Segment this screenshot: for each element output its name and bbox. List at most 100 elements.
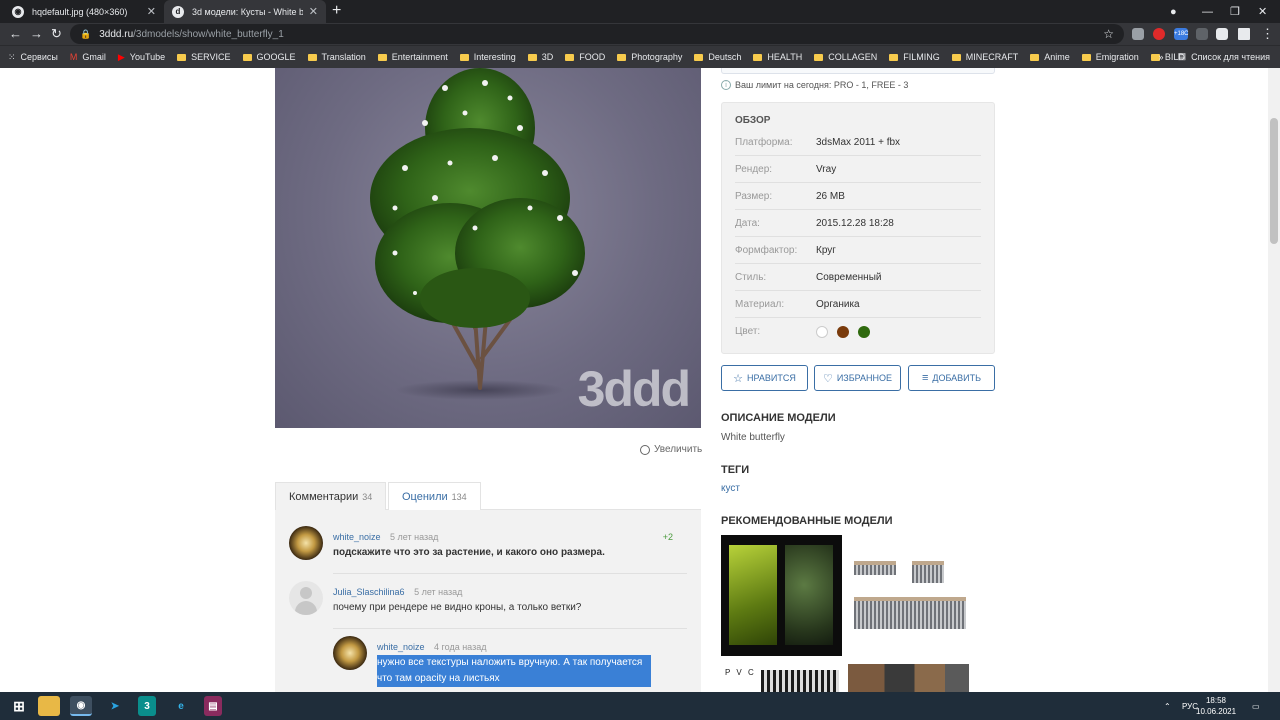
- recommended-model-wardrobe[interactable]: [848, 664, 969, 692]
- add-to-list-button[interactable]: ≡ Добавить: [908, 365, 995, 391]
- weather-extension-badge[interactable]: +18C: [1174, 28, 1189, 40]
- magnifier-icon: [640, 444, 650, 455]
- bookmark-folder[interactable]: Interesting: [459, 52, 516, 62]
- bookmarks-right: » ▤ Список для чтения: [1159, 51, 1270, 62]
- bookmark-label: FILMING: [903, 52, 940, 62]
- comment-username[interactable]: Julia_Slaschilina6: [333, 587, 405, 597]
- extensions-puzzle-icon[interactable]: [1216, 28, 1228, 40]
- bookmark-folder[interactable]: SERVICE: [177, 52, 231, 62]
- new-tab-icon[interactable]: +: [332, 2, 341, 20]
- tab-count: 134: [451, 492, 467, 502]
- menu-lines-extension-icon[interactable]: [1196, 28, 1208, 40]
- reading-list-button[interactable]: Список для чтения: [1191, 52, 1270, 62]
- zoom-label: Увеличить: [654, 444, 703, 455]
- bookmark-star-icon[interactable]: ☆: [1103, 27, 1114, 41]
- winrar-icon[interactable]: ▤: [204, 696, 222, 716]
- browser-tab-image[interactable]: ◉ hqdefault.jpg (480×360) ✕: [4, 0, 164, 23]
- bookmark-folder[interactable]: Translation: [307, 52, 366, 62]
- bookmark-folder[interactable]: MINECRAFT: [951, 52, 1018, 62]
- browser-tab-3ddd[interactable]: d 3d модели: Кусты - White butterfly_1 ✕: [164, 0, 326, 23]
- comment-time: 5 лет назад: [390, 532, 439, 542]
- reload-icon[interactable]: ↻: [51, 26, 62, 42]
- forward-arrow-icon[interactable]: →: [30, 26, 43, 41]
- chrome-taskbar-icon[interactable]: ◉: [70, 696, 92, 716]
- bookmark-label: Deutsch: [708, 52, 742, 62]
- minimize-window-icon[interactable]: —: [1202, 0, 1213, 23]
- zoom-link[interactable]: Увеличить: [640, 444, 702, 455]
- bookmark-folder[interactable]: FOOD: [565, 52, 605, 62]
- row-value: 3dsMax 2011 + fbx: [816, 136, 901, 148]
- bookmark-label: YouTube: [129, 52, 166, 62]
- chrome-menu-icon[interactable]: ⋮: [1261, 26, 1274, 42]
- moss-panel-light: [729, 545, 777, 645]
- bookmark-folder[interactable]: Emigration: [1081, 52, 1139, 62]
- tag-link[interactable]: куст: [721, 483, 740, 494]
- avatar[interactable]: [333, 636, 367, 670]
- close-window-icon[interactable]: ✕: [1258, 0, 1267, 23]
- row-value[interactable]: Круг: [816, 245, 836, 256]
- bookmark-services[interactable]: ⁙ Сервисы: [8, 52, 58, 63]
- bookmark-youtube[interactable]: ▶ YouTube: [118, 52, 165, 63]
- restore-window-icon[interactable]: ❐: [1230, 0, 1240, 23]
- page-scrollbar[interactable]: [1268, 68, 1280, 692]
- download-box-edge: [721, 68, 995, 74]
- color-swatch-green[interactable]: [857, 325, 870, 338]
- edge-icon[interactable]: e: [170, 696, 192, 716]
- windows-start-icon[interactable]: ⊞: [8, 696, 30, 716]
- row-value: 2015.12.28 18:28: [816, 217, 894, 229]
- bookmark-folder[interactable]: Deutsch: [694, 52, 741, 62]
- tab-ratings[interactable]: Оценили 134: [388, 482, 481, 511]
- product-image[interactable]: 3ddd: [275, 68, 701, 428]
- description-heading: Описание модели: [721, 412, 836, 424]
- bookmark-folder[interactable]: COLLAGEN: [814, 52, 877, 62]
- record-extension-icon[interactable]: [1153, 28, 1165, 40]
- bookmark-folder[interactable]: HEALTH: [753, 52, 802, 62]
- overview-row-color: Цвет:: [735, 318, 981, 345]
- bookmark-folder[interactable]: GOOGLE: [242, 52, 296, 62]
- comment-username[interactable]: white_noize: [333, 532, 381, 542]
- tab-title: 3d модели: Кусты - White butterfly_1: [192, 6, 303, 17]
- tray-chevron-icon[interactable]: ⌃: [1164, 692, 1171, 720]
- comment-username[interactable]: white_noize: [377, 642, 425, 652]
- bookmark-folder[interactable]: FILMING: [889, 52, 940, 62]
- recommended-model-pvc[interactable]: P V C: [721, 664, 842, 692]
- globe-icon: ◉: [12, 5, 24, 18]
- color-swatch-brown[interactable]: [836, 325, 849, 338]
- row-value[interactable]: Органика: [816, 299, 860, 310]
- bookmark-folder[interactable]: Entertainment: [377, 52, 448, 62]
- telegram-icon[interactable]: ➤: [104, 696, 126, 716]
- bookmarks-overflow-button[interactable]: »: [1159, 52, 1164, 62]
- comments-list: white_noize 5 лет назад подскажите что э…: [275, 510, 701, 692]
- row-value[interactable]: Современный: [816, 272, 881, 283]
- scrollbar-thumb[interactable]: [1270, 118, 1278, 244]
- bookmark-label: Сервисы: [20, 52, 58, 62]
- row-label: Рендер:: [735, 163, 773, 175]
- close-tab-icon[interactable]: ✕: [309, 5, 318, 18]
- profile-record-icon[interactable]: ●: [1170, 0, 1177, 23]
- folder-icon: [694, 53, 704, 61]
- tab-comments[interactable]: Комментарии 34: [275, 482, 387, 511]
- avatar[interactable]: [289, 581, 323, 615]
- bookmark-folder[interactable]: Anime: [1030, 52, 1070, 62]
- avatar[interactable]: [289, 526, 323, 560]
- notifications-icon[interactable]: ▭: [1252, 692, 1260, 720]
- bookmark-gmail[interactable]: M Gmail: [70, 52, 106, 62]
- file-explorer-icon[interactable]: [38, 696, 60, 716]
- comment-divider: [333, 573, 687, 574]
- address-bar[interactable]: 🔒 3ddd.ru /3dmodels/show/white_butterfly…: [70, 24, 1124, 44]
- back-arrow-icon[interactable]: ←: [9, 26, 22, 41]
- bookmark-folder[interactable]: 3D: [527, 52, 553, 62]
- favorite-button[interactable]: ♡ Избранное: [814, 365, 901, 391]
- recommended-model-moss-panels[interactable]: [721, 535, 842, 656]
- taskbar-clock[interactable]: 18:58 10.06.2021: [1196, 695, 1236, 717]
- folder-icon: [1030, 53, 1040, 61]
- bookmark-folder[interactable]: Photography: [617, 52, 682, 62]
- close-tab-icon[interactable]: ✕: [147, 5, 156, 18]
- recommended-model-containers[interactable]: [848, 535, 969, 656]
- color-swatch-white[interactable]: [816, 325, 828, 338]
- 3dsmax-icon[interactable]: 3: [138, 696, 156, 716]
- like-button[interactable]: ☆ Нравится: [721, 365, 808, 391]
- folder-icon: [814, 53, 824, 61]
- shield-extension-icon[interactable]: [1132, 28, 1144, 40]
- media-square-icon[interactable]: [1238, 28, 1250, 40]
